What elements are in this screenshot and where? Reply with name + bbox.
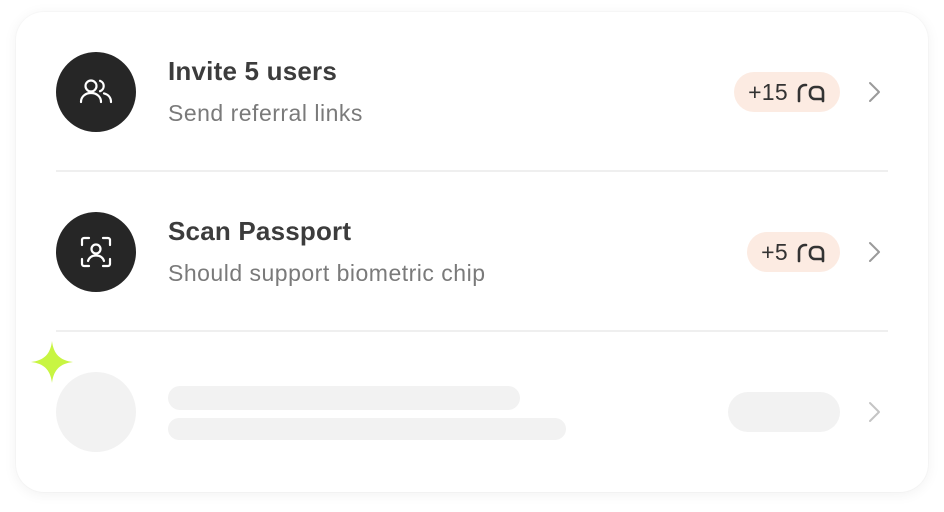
task-title: Scan Passport [168,216,352,246]
task-avatar [56,212,136,292]
ra-logo-icon [796,81,826,103]
chevron-right-icon[interactable] [860,398,888,426]
avatar-skeleton [56,372,136,452]
reward-amount: +15 [748,78,788,105]
reward-badge: +5 [747,232,840,272]
tasks-card: Invite 5 users Send referral links +15 S… [16,12,928,492]
ra-logo-icon [796,241,826,263]
task-avatar [56,52,136,132]
chevron-right-icon[interactable] [860,78,888,106]
reward-amount: +5 [761,238,788,265]
task-row-scan-passport[interactable]: Scan Passport Should support biometric c… [16,172,928,332]
task-subtitle: Should support biometric chip [168,260,486,286]
subtitle-skeleton [168,418,566,440]
title-skeleton [168,386,520,410]
users-icon [79,79,113,104]
task-title: Invite 5 users [168,56,337,86]
task-subtitle: Send referral links [168,100,363,126]
reward-badge: +15 [734,72,840,112]
face-scan-icon [80,236,112,268]
badge-skeleton [728,392,840,432]
chevron-right-icon[interactable] [860,238,888,266]
task-row-invite-users[interactable]: Invite 5 users Send referral links +15 [16,12,928,172]
task-row-skeleton [16,332,928,492]
sparkle-icon [31,341,73,383]
